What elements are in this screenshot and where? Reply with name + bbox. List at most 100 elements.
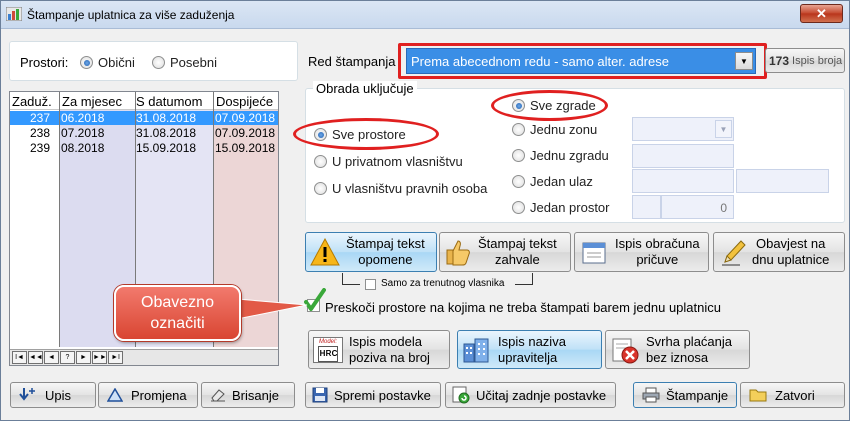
table-row[interactable]: 237 06.2018 31.08.2018 07.09.2018 <box>10 111 278 125</box>
upis-button[interactable]: Upis <box>10 382 96 408</box>
samo-trenutnog-label: Samo za trenutnog vlasnika <box>381 278 505 289</box>
prostori-label: Prostori: <box>20 55 69 70</box>
cell-datum: 31.08.2018 <box>136 126 197 140</box>
stampanje-label: Štampanje <box>666 387 729 403</box>
col-header-mjesec[interactable]: Za mjesec <box>62 94 122 109</box>
col-header-dospijece[interactable]: Dospijeće <box>216 94 273 109</box>
calendar-icon <box>582 242 606 264</box>
radio-privatno-label: U privatnom vlasništvu <box>332 154 463 169</box>
nav-next-button[interactable]: ► <box>76 351 91 364</box>
radio-dot-icon <box>512 201 525 214</box>
radio-posebni-label: Posebni <box>170 55 217 70</box>
callout-line2: označiti <box>150 315 205 332</box>
highlight-ring-dropdown <box>398 43 767 79</box>
zatvori-button[interactable]: Zatvori <box>740 382 845 408</box>
nav-next-page-button[interactable]: ►► <box>92 351 107 364</box>
upis-label: Upis <box>45 387 72 403</box>
model-icon-title: Model: <box>318 338 337 345</box>
callout-pointer <box>237 298 308 320</box>
obracuna-line1: Ispis obračuna <box>615 236 700 251</box>
close-button[interactable]: ✕ <box>800 4 843 23</box>
cell-dospijece: 07.09.2018 <box>215 126 276 140</box>
radio-jedan-prostor[interactable]: Jedan prostor <box>512 200 610 215</box>
naziva-label: Ispis naziva upravitelja <box>498 334 566 366</box>
radio-jednu-zonu[interactable]: Jednu zonu <box>512 122 597 137</box>
opomene-line1: Štampaj tekst <box>346 236 425 251</box>
prostor-input-1[interactable] <box>632 195 661 219</box>
zatvori-label: Zatvori <box>775 387 815 403</box>
radio-jednu-zgradu-label: Jednu zgradu <box>530 148 609 163</box>
chevron-down-icon[interactable]: ▼ <box>715 120 732 138</box>
list-header: Zaduž. Za mjesec S datumom Dospijeće <box>10 92 278 110</box>
radio-jedan-prostor-label: Jedan prostor <box>530 200 610 215</box>
radio-posebni[interactable]: Posebni <box>152 55 217 70</box>
stampanje-button[interactable]: Štampanje <box>633 382 737 408</box>
ispis-modela-button[interactable]: Model: H R C Ispis modela poziva na broj <box>308 330 450 369</box>
radio-pravne-osobe[interactable]: U vlasništvu pravnih osoba <box>314 181 487 196</box>
stampaj-opomene-button[interactable]: Štampaj tekst opomene <box>305 232 437 272</box>
obavijest-label: Obavjest na dnu uplatnice <box>752 236 829 268</box>
col-header-zaduz[interactable]: Zaduž. <box>12 94 52 109</box>
radio-obicni-label: Obični <box>98 55 135 70</box>
zgrada-input[interactable] <box>632 144 734 168</box>
highlight-ring-sve-prostore <box>293 118 439 150</box>
add-down-arrow-icon <box>19 388 35 401</box>
naziva-line1: Ispis naziva <box>498 333 566 349</box>
cell-zaduz: 238 <box>30 126 51 140</box>
ucitaj-postavke-button[interactable]: Učitaj zadnje postavke <box>445 382 616 408</box>
load-settings-icon <box>452 386 470 404</box>
record-navigator: I◄ ◄◄ ◄ ? ► ►► ►I <box>10 349 278 365</box>
obavijest-button[interactable]: Obavjest na dnu uplatnice <box>713 232 845 272</box>
obrada-label: Obrada uključuje <box>313 81 417 96</box>
nav-prev-page-button[interactable]: ◄◄ <box>28 351 43 364</box>
bracket-right <box>515 273 533 285</box>
zona-select[interactable]: ▼ <box>632 117 734 141</box>
ucitaj-label: Učitaj zadnje postavke <box>476 387 607 403</box>
prostor-input-2[interactable]: 0 <box>661 195 734 219</box>
radio-obicni[interactable]: Obični <box>80 55 135 70</box>
highlight-ring-sve-zgrade <box>491 90 608 121</box>
spremi-postavke-button[interactable]: Spremi postavke <box>305 382 441 408</box>
nav-search-button[interactable]: ? <box>60 351 75 364</box>
number-icon: 173 <box>769 53 790 68</box>
spremi-label: Spremi postavke <box>334 387 431 403</box>
ispis-obracuna-button[interactable]: Ispis obračuna pričuve <box>574 232 709 272</box>
ulaz-input-1[interactable] <box>632 169 734 193</box>
radio-jednu-zonu-label: Jednu zonu <box>530 122 598 137</box>
nav-last-button[interactable]: ►I <box>108 351 123 364</box>
radio-privatno[interactable]: U privatnom vlasništvu <box>314 154 463 169</box>
samo-trenutnog-checkbox[interactable] <box>365 279 376 290</box>
ispis-broja-button[interactable]: 173 Ispis broja <box>765 48 845 73</box>
radio-jedan-ulaz[interactable]: Jedan ulaz <box>512 174 593 189</box>
stampaj-zahvale-button[interactable]: Štampaj tekst zahvale <box>439 232 571 272</box>
eraser-icon <box>211 389 225 402</box>
promjena-button[interactable]: Promjena <box>98 382 198 408</box>
bracket-left <box>342 273 360 285</box>
obracuna-label: Ispis obračuna pričuve <box>615 236 700 268</box>
brisanje-button[interactable]: Brisanje <box>201 382 295 408</box>
ispis-naziva-button[interactable]: Ispis naziva upravitelja <box>457 330 602 369</box>
cell-mjesec: 07.2018 <box>61 126 105 140</box>
ispis-broja-label: Ispis broja <box>792 54 843 67</box>
svrha-placanja-button[interactable]: Svrha plaćanja bez iznosa <box>605 330 750 369</box>
zahvale-line1: Štampaj tekst <box>478 236 557 251</box>
promjena-label: Promjena <box>131 387 187 403</box>
triangle-edit-icon <box>107 388 123 402</box>
nav-prev-button[interactable]: ◄ <box>44 351 59 364</box>
preskoci-label: Preskoči prostore na kojima ne treba šta… <box>325 300 721 315</box>
save-icon <box>312 387 328 403</box>
radio-jedan-ulaz-label: Jedan ulaz <box>530 174 593 189</box>
nav-first-button[interactable]: I◄ <box>12 351 27 364</box>
table-row[interactable]: 238 07.2018 31.08.2018 07.09.2018 <box>10 126 278 140</box>
radio-jednu-zgradu[interactable]: Jednu zgradu <box>512 148 609 163</box>
ulaz-input-2[interactable] <box>736 169 829 193</box>
pencil-icon <box>722 240 746 266</box>
printer-icon <box>642 387 660 403</box>
no-payment-icon <box>612 338 639 363</box>
warning-icon <box>310 238 340 266</box>
callout-line1: Obavezno <box>141 294 214 311</box>
table-row[interactable]: 239 08.2018 15.09.2018 15.09.2018 <box>10 141 278 155</box>
app-icon <box>6 7 22 21</box>
radio-dot-icon <box>80 56 93 69</box>
col-header-datum[interactable]: S datumom <box>136 94 202 109</box>
